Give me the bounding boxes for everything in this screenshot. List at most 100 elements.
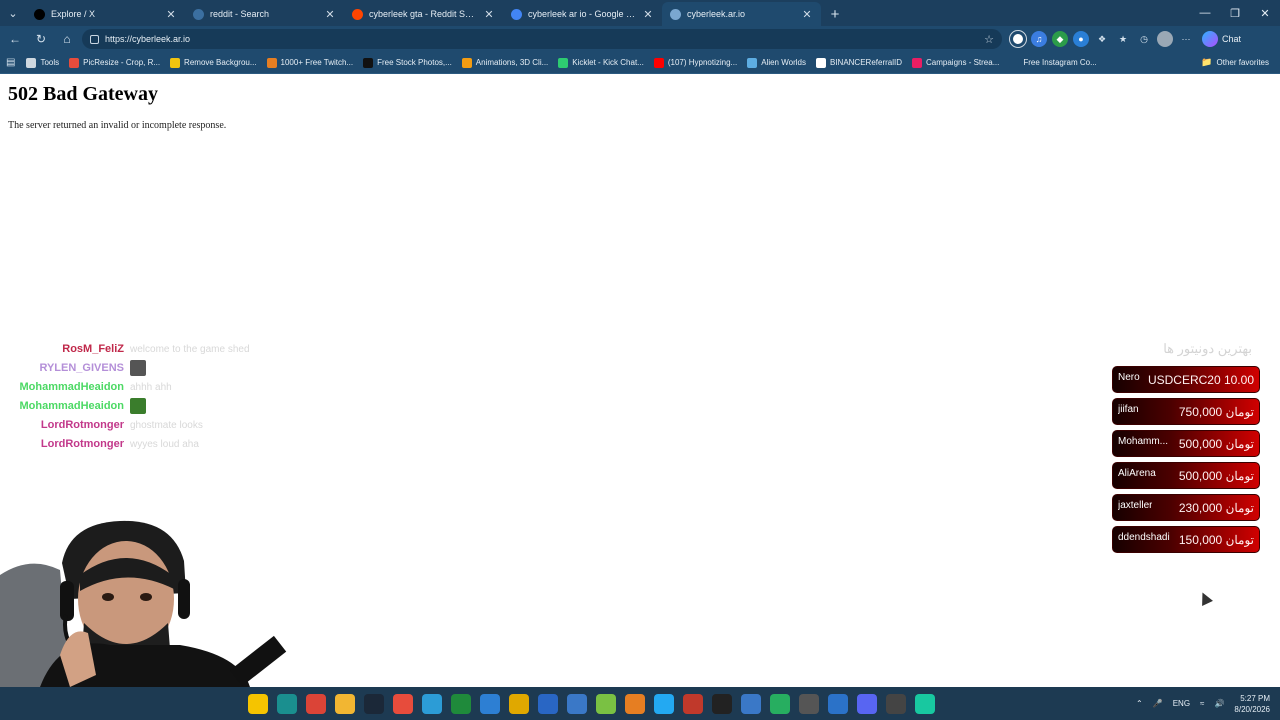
bookmark-item[interactable]: Kicklet - Kick Chat... <box>553 57 649 68</box>
app-icon-10[interactable] <box>509 693 529 714</box>
close-tab-icon[interactable]: ✕ <box>483 8 495 21</box>
chat-message: LordRotmonger ghostmate looks <box>0 416 203 434</box>
bookmark-item[interactable]: Remove Backgrou... <box>165 57 261 68</box>
sticky-notes-icon[interactable] <box>248 693 268 714</box>
app-icon-12[interactable] <box>567 693 587 714</box>
app-icon-16[interactable] <box>683 693 703 714</box>
bookmark-item[interactable]: Alien Worlds <box>742 57 811 68</box>
tray-overflow-icon[interactable]: ⌃ <box>1136 699 1143 708</box>
bookmark-favicon-icon <box>266 57 277 68</box>
home-icon[interactable]: ⌂ <box>56 28 78 50</box>
app-icon-13[interactable] <box>596 693 616 714</box>
edge-icon[interactable] <box>277 693 297 714</box>
page-content: 502 Bad Gateway The server returned an i… <box>0 75 1280 687</box>
windows-taskbar: ⌃ 🎤 ENG ≈ 🔊 5:27 PM 8/20/2026 <box>0 687 1280 720</box>
chrome-icon[interactable] <box>306 693 326 714</box>
app-icon-24[interactable] <box>915 693 935 714</box>
app-icon-7[interactable] <box>422 693 442 714</box>
collections-icon[interactable]: ▤ <box>6 57 15 68</box>
app-icon-18[interactable] <box>741 693 761 714</box>
bookmark-label: Kicklet - Kick Chat... <box>572 58 644 67</box>
bookmark-item[interactable]: PicResize - Crop, R... <box>64 57 165 68</box>
chat-text: welcome to the game shed <box>130 343 250 355</box>
lock-icon <box>90 34 99 44</box>
donor-amount: 500,000 تومان <box>1178 436 1254 451</box>
steam-icon[interactable] <box>364 693 384 714</box>
extension-icon[interactable] <box>1009 30 1027 48</box>
donor-amount: 150,000 تومان <box>1178 532 1254 547</box>
minimize-icon[interactable]: — <box>1190 0 1220 26</box>
bookmark-item[interactable]: Animations, 3D Cli... <box>457 57 553 68</box>
discord-icon[interactable] <box>857 693 877 714</box>
app-icon-19[interactable] <box>770 693 790 714</box>
file-explorer-icon[interactable] <box>335 693 355 714</box>
taskbar-apps <box>248 687 935 720</box>
tab-3[interactable]: cyberleek gta - Reddit Search! ✕ <box>344 2 503 26</box>
bookmark-favicon-icon <box>363 57 374 68</box>
maps-pin-icon[interactable] <box>393 693 413 714</box>
copilot-icon <box>1202 31 1218 47</box>
microphone-icon[interactable]: 🎤 <box>1153 699 1163 708</box>
favorite-star-icon[interactable]: ☆ <box>984 33 994 46</box>
close-tab-icon[interactable]: ✕ <box>801 8 813 21</box>
volume-icon[interactable]: 🔊 <box>1214 699 1224 708</box>
history-icon[interactable]: ◷ <box>1136 31 1152 47</box>
tab-actions-icon[interactable]: ⌄ <box>0 0 26 26</box>
tab-4[interactable]: cyberleek ar io - Google Search ✕ <box>503 2 662 26</box>
bookmark-item[interactable]: (107) Hypnotizing... <box>649 57 742 68</box>
extension-icon[interactable]: ● <box>1073 31 1089 47</box>
close-tab-icon[interactable]: ✕ <box>165 8 177 21</box>
app-icon-9[interactable] <box>480 693 500 714</box>
bookmark-item[interactable]: Free Stock Photos,... <box>358 57 457 68</box>
donor-entry: jaxteller 230,000 تومان <box>1112 494 1260 521</box>
restore-icon[interactable]: ❐ <box>1220 0 1250 26</box>
app-icon-11[interactable] <box>538 693 558 714</box>
new-tab-button[interactable]: + <box>821 2 849 26</box>
profile-avatar-icon[interactable] <box>1157 31 1173 47</box>
app-icon-21[interactable] <box>828 693 848 714</box>
extensions-puzzle-icon[interactable]: ❖ <box>1094 31 1110 47</box>
bookmark-item[interactable]: 1000+ Free Twitch... <box>262 57 359 68</box>
app-icon-14[interactable] <box>625 693 645 714</box>
app-icon-8[interactable] <box>451 693 471 714</box>
chat-username: RYLEN_GIVENS <box>39 362 124 374</box>
wifi-icon[interactable]: ≈ <box>1200 699 1204 708</box>
tab-title: cyberleek.ar.io <box>687 9 746 19</box>
app-icon-17[interactable] <box>712 693 732 714</box>
vscode-icon[interactable] <box>654 693 674 714</box>
other-favorites-label: Other favorites <box>1216 58 1269 67</box>
favorites-icon[interactable]: ★ <box>1115 31 1131 47</box>
tab-5[interactable]: cyberleek.ar.io ✕ <box>662 2 821 26</box>
chat-text: ahhh ahh <box>130 381 172 393</box>
donor-amount: 750,000 تومان <box>1178 404 1254 419</box>
bookmark-item[interactable]: Free Instagram Co... <box>1004 57 1101 68</box>
close-tab-icon[interactable]: ✕ <box>642 8 654 21</box>
extension-icon[interactable]: ♫ <box>1031 31 1047 47</box>
close-tab-icon[interactable]: ✕ <box>324 8 336 21</box>
other-favorites[interactable]: 📁 Other favorites <box>1196 57 1274 68</box>
page-title: 502 Bad Gateway <box>8 83 158 105</box>
more-menu-icon[interactable]: ⋯ <box>1178 31 1194 47</box>
clock[interactable]: 5:27 PM 8/20/2026 <box>1234 693 1270 715</box>
bookmark-item[interactable]: Campaigns - Strea... <box>907 57 1004 68</box>
url-text: https://cyberleek.ar.io <box>105 34 191 44</box>
close-window-icon[interactable]: ✕ <box>1250 0 1280 26</box>
copilot-chat-button[interactable]: Chat <box>1202 31 1241 47</box>
bookmark-item[interactable]: Tools <box>21 57 64 68</box>
app-icon-23[interactable] <box>886 693 906 714</box>
calculator-icon[interactable] <box>799 693 819 714</box>
back-icon[interactable]: ← <box>4 28 26 50</box>
address-bar[interactable]: https://cyberleek.ar.io ☆ <box>82 29 1002 49</box>
screen: ⌄ Explore / X ✕ reddit - Search ✕ cyberleek … <box>0 0 1280 720</box>
chat-text: wyyes loud aha <box>130 438 199 450</box>
browser-toolbar: ← ↻ ⌂ https://cyberleek.ar.io ☆ ♫ ◆ ● ❖ … <box>0 26 1280 52</box>
window-controls: — ❐ ✕ <box>1190 0 1280 26</box>
tab-1[interactable]: Explore / X ✕ <box>26 2 185 26</box>
language-indicator[interactable]: ENG <box>1173 699 1190 708</box>
refresh-icon[interactable]: ↻ <box>30 28 52 50</box>
tab-2[interactable]: reddit - Search ✕ <box>185 2 344 26</box>
bookmark-item[interactable]: BINANCEReferralID <box>811 57 907 68</box>
error-message: The server returned an invalid or incomp… <box>8 120 227 131</box>
donor-name: AliArena <box>1118 468 1156 479</box>
extension-icon[interactable]: ◆ <box>1052 31 1068 47</box>
